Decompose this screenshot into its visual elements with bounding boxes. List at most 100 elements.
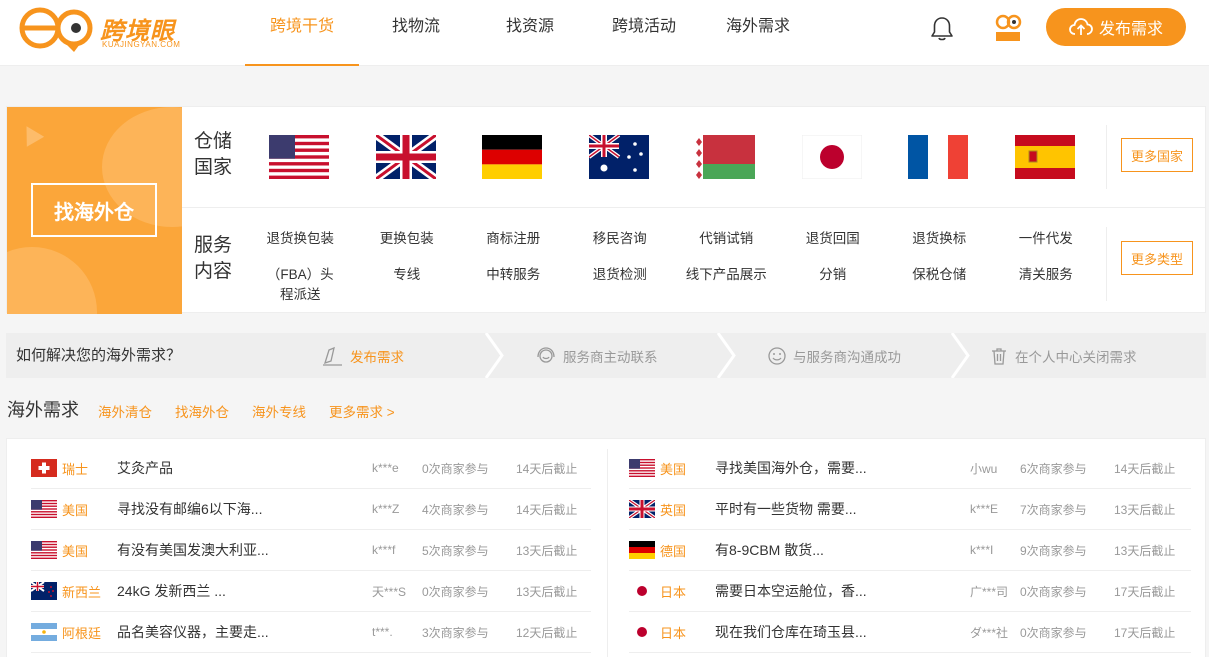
uk-flag-icon [629,500,655,518]
demand-title[interactable]: 艾灸产品 [117,458,372,478]
demand-row[interactable]: 日本 现在我们仓库在琦玉县... ダ***社 0次商家参与 17天后截止 [629,612,1191,653]
trash-icon [992,347,1006,365]
site-logo[interactable]: 跨境眼 KUAJINGYAN.COM [18,6,183,54]
vertical-divider [1106,227,1107,301]
demand-country: 美国 [62,502,89,518]
tag-find-warehouse[interactable]: 找海外仓 [175,401,229,421]
demand-country: 日本 [660,584,687,600]
nav-item-overseas-demand[interactable]: 海外需求 [701,0,815,66]
nav-item-articles[interactable]: 跨境干货 [245,0,359,66]
demand-title[interactable]: 寻找没有邮编6以下海... [117,499,372,519]
service-item[interactable]: 退货回国 [780,229,887,265]
more-countries-button[interactable]: 更多国家 [1121,138,1193,172]
demand-user: 天***S [372,584,407,599]
flag-item-jp[interactable] [801,135,909,179]
flag-item-us[interactable] [269,135,376,179]
nav-item-events[interactable]: 跨境活动 [587,0,701,66]
us-flag-icon [629,459,655,477]
service-item[interactable]: 退货换包装 [247,229,354,265]
service-row: 退货换包装 更换包装 商标注册 移民咨询 代销试销 退货回国 退货换标 一件代发 [247,229,1117,265]
flag-item-by[interactable] [695,135,802,179]
smile-icon [768,346,786,365]
mini-logo-icon [995,14,1022,41]
flag-item-uk[interactable] [375,135,483,179]
demand-deadline: 13天后截止 [1114,502,1176,517]
chevron-right-icon [484,333,504,378]
service-item[interactable]: 退货检测 [567,265,674,301]
us-flag-icon [31,500,57,518]
demand-row[interactable]: 美国 有没有美国发澳大利亚... k***f 5次商家参与 13天后截止 [31,530,591,571]
service-item[interactable]: 一件代发 [993,229,1100,265]
nav-item-resources[interactable]: 找资源 [473,0,587,66]
step-publish[interactable]: 发布需求 [322,333,404,378]
tag-overseas-line[interactable]: 海外专线 [252,401,306,421]
flag-item-de[interactable] [482,135,589,179]
flag-item-fr[interactable] [908,135,1015,179]
logo-eyes-icon [19,7,93,52]
france-flag-icon [908,135,968,179]
demand-title[interactable]: 有8-9CBM 散货... [715,540,970,560]
australia-flag-icon [588,135,649,179]
tag-more-demands[interactable]: 更多需求 > [329,401,395,421]
demand-title[interactable]: 需要日本空运舱位，香... [715,581,970,601]
demand-deadline: 17天后截止 [1114,584,1176,599]
find-warehouse-button[interactable]: 找海外仓 [31,183,157,237]
demand-row[interactable]: 德国 有8-9CBM 散货... k***I 9次商家参与 13天后截止 [629,530,1191,571]
step-communicate[interactable]: 与服务商沟通成功 [767,333,901,378]
belarus-flag-icon [695,135,755,179]
demand-row[interactable]: 英国 平时有一些货物 需要... k***E 7次商家参与 13天后截止 [629,489,1191,530]
demand-deadline: 17天后截止 [1114,625,1176,640]
demand-user: 小wu [970,461,998,476]
more-types-button[interactable]: 更多类型 [1121,241,1193,275]
service-item[interactable]: 移民咨询 [567,229,674,265]
demand-country: 英国 [660,502,687,518]
service-item[interactable]: （FBA）头程派送 [247,265,354,302]
demand-row[interactable]: 美国 寻找美国海外仓，需要... 小wu 6次商家参与 14天后截止 [629,448,1191,489]
service-item[interactable]: 保税仓储 [886,265,993,301]
service-item[interactable]: 线下产品展示 [673,265,780,301]
nav-item-logistics[interactable]: 找物流 [359,0,473,66]
chevron-right-icon [716,333,736,378]
demand-title[interactable]: 现在我们仓库在琦玉县... [715,622,970,642]
argentina-flag-icon [31,623,57,641]
step-label: 在个人中心关闭需求 [1015,349,1137,365]
demand-participants: 0次商家参与 [1020,625,1087,640]
demand-row[interactable]: 美国 寻找没有邮编6以下海... k***Z 4次商家参与 14天后截止 [31,489,591,530]
flag-item-au[interactable] [588,135,696,179]
bell-icon[interactable] [928,15,956,43]
demand-row[interactable]: 瑞士 艾灸产品 k***e 0次商家参与 14天后截止 [31,448,591,489]
demand-user: k***f [372,543,396,557]
demand-row[interactable]: 日本 需要日本空运舱位，香... 广***司 0次商家参与 17天后截止 [629,571,1191,612]
demand-title[interactable]: 寻找美国海外仓，需要... [715,458,970,478]
publish-demand-button[interactable]: 发布需求 [1046,8,1186,46]
service-item[interactable]: 代销试销 [673,229,780,265]
mini-logo[interactable] [994,12,1022,44]
demand-deadline: 13天后截止 [516,584,578,599]
service-row: （FBA）头程派送 专线 中转服务 退货检测 线下产品展示 分销 保税仓储 清关… [247,265,1117,302]
main-nav: 跨境干货 找物流 找资源 跨境活动 海外需求 [245,0,815,66]
service-item[interactable]: 专线 [354,265,461,301]
step-provider-contact[interactable]: 服务商主动联系 [535,333,658,378]
step-close-demand[interactable]: 在个人中心关闭需求 [989,333,1137,378]
service-item[interactable]: 商标注册 [460,229,567,265]
pen-icon [323,346,342,366]
us-flag-icon [31,541,57,559]
tag-overseas-clearance[interactable]: 海外清仓 [98,401,152,421]
demand-user: t***. [372,625,393,639]
demand-row[interactable]: 新西兰 24kG 发新西兰 ... 天***S 0次商家参与 13天后截止 [31,571,591,612]
demand-title[interactable]: 24kG 发新西兰 ... [117,581,372,601]
uk-flag-icon [375,135,436,179]
service-item[interactable]: 分销 [780,265,887,301]
demand-title[interactable]: 平时有一些货物 需要... [715,499,970,519]
service-item[interactable]: 中转服务 [460,265,567,301]
logo-domain: KUAJINGYAN.COM [102,40,181,49]
column-divider [607,449,608,657]
top-header: 跨境眼 KUAJINGYAN.COM 跨境干货 找物流 找资源 跨境活动 海外需… [0,0,1209,66]
step-label: 与服务商沟通成功 [793,349,901,365]
service-item[interactable]: 清关服务 [993,265,1100,301]
demand-row[interactable]: 阿根廷 品名美容仪器，主要走... t***. 3次商家参与 12天后截止 [31,612,591,653]
service-item[interactable]: 退货换标 [886,229,993,265]
demand-title[interactable]: 品名美容仪器，主要走... [117,622,372,642]
demand-title[interactable]: 有没有美国发澳大利亚... [117,540,372,560]
service-item[interactable]: 更换包装 [354,229,461,265]
